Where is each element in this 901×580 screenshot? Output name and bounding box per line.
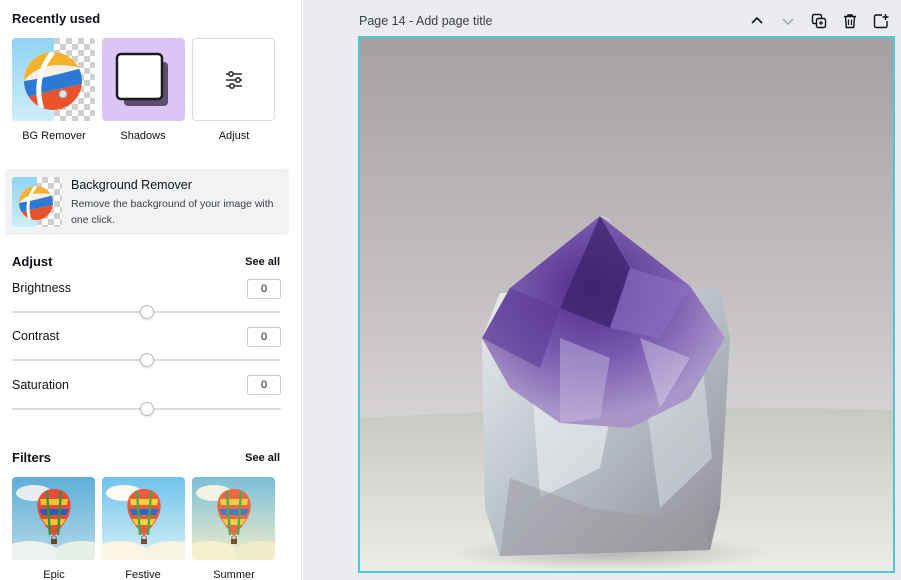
duplicate-icon (811, 13, 827, 29)
duplicate-page-button[interactable] (808, 10, 830, 32)
bg-remover-tile-label: BG Remover (22, 130, 86, 142)
move-page-down-button[interactable] (777, 10, 799, 32)
add-page-icon (873, 14, 889, 29)
saturation-value-input[interactable]: 0 (247, 375, 281, 395)
brightness-slider-thumb[interactable] (139, 305, 154, 319)
recently-used-heading: Recently used (12, 11, 101, 26)
adjust-tile-label: Adjust (218, 130, 250, 142)
move-page-up-button[interactable] (746, 10, 768, 32)
background-remover-thumbnail (12, 177, 62, 227)
chevron-down-icon (782, 18, 794, 26)
background-remover-description: Remove the background of your image with… (71, 198, 274, 226)
shadows-tile-label: Shadows (120, 130, 166, 142)
filter-summer-label: Summer (213, 569, 255, 580)
effects-panel: Recently used BG Remover Shadows Adjust … (0, 0, 302, 580)
sliders-icon (226, 70, 242, 89)
background-remover-card[interactable]: Background Remover Remove the background… (5, 169, 289, 235)
shadow-square-icon (115, 52, 168, 106)
contrast-slider-thumb[interactable] (139, 353, 154, 367)
filters-heading: Filters (12, 450, 52, 465)
hot-air-balloon-image (192, 477, 275, 560)
filter-epic-tile[interactable] (12, 477, 95, 560)
brightness-label: Brightness (12, 281, 72, 295)
filter-festive-label: Festive (125, 569, 161, 580)
background-remover-title: Background Remover (71, 178, 192, 192)
canvas-page-selected-image[interactable] (358, 36, 895, 573)
filters-see-all-link[interactable]: See all (245, 452, 280, 464)
saturation-slider-thumb[interactable] (139, 402, 154, 416)
beach-ball-icon (12, 177, 53, 227)
filter-summer-tile[interactable] (192, 477, 275, 560)
trash-icon (844, 14, 856, 29)
saturation-label: Saturation (12, 378, 69, 392)
add-page-button[interactable] (870, 10, 892, 32)
hot-air-balloon-image (102, 477, 185, 560)
contrast-value-input[interactable]: 0 (247, 327, 281, 347)
bg-remover-tile[interactable] (12, 38, 95, 121)
shadows-tile[interactable] (102, 38, 185, 121)
page-title[interactable]: Page 14 - Add page title (359, 14, 492, 28)
adjust-heading: Adjust (12, 254, 53, 269)
delete-page-button[interactable] (839, 10, 861, 32)
beach-ball-icon (12, 38, 82, 121)
contrast-label: Contrast (12, 329, 60, 343)
adjust-tile[interactable] (192, 38, 275, 121)
amethyst-crystal-photo (360, 38, 893, 571)
brightness-value-input[interactable]: 0 (247, 279, 281, 299)
chevron-up-icon (751, 16, 763, 24)
design-workspace: Page 14 - Add page title (303, 0, 901, 580)
adjust-see-all-link[interactable]: See all (245, 256, 280, 268)
filter-festive-tile[interactable] (102, 477, 185, 560)
filter-epic-label: Epic (43, 569, 65, 580)
hot-air-balloon-image (12, 477, 95, 560)
